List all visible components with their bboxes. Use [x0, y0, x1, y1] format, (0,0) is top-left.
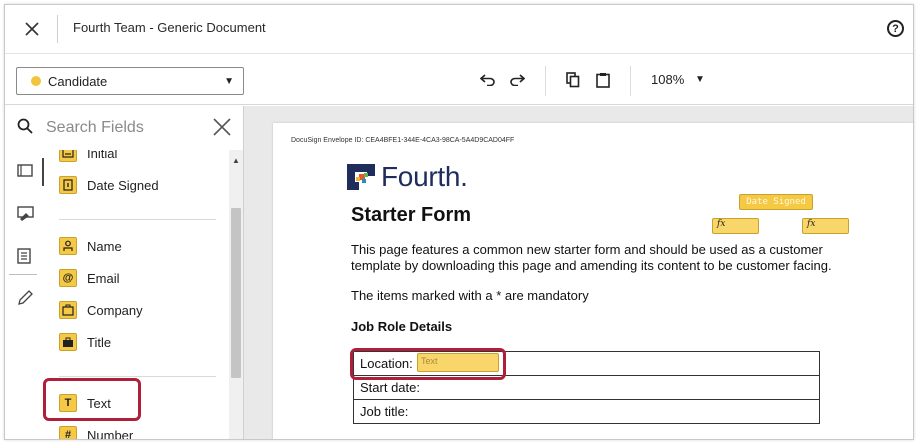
- date-icon: [59, 176, 77, 194]
- field-group-divider: [59, 376, 216, 377]
- table-cell: Job title:: [353, 399, 820, 424]
- fourth-logo: Fourth.: [345, 161, 468, 193]
- rail-selection-indicator: [42, 158, 44, 186]
- app-header: Fourth Team - Generic Document ?: [5, 5, 913, 53]
- building-icon: [59, 301, 77, 319]
- hash-icon: #: [59, 426, 77, 439]
- field-label: Company: [87, 302, 143, 318]
- briefcase-icon: [59, 333, 77, 351]
- field-company[interactable]: Company: [59, 299, 143, 321]
- document-page: DocuSign Envelope ID: CEA4BFE1-344E-4CA3…: [273, 123, 913, 439]
- toolbar: Candidate ▼ 108% ▼: [5, 53, 913, 105]
- rail-divider: [9, 274, 37, 275]
- signature-fields-icon[interactable]: [17, 206, 34, 222]
- field-label: Email: [87, 270, 120, 286]
- field-list-scrollbar[interactable]: ▲: [229, 150, 243, 439]
- logo-wordmark: Fourth: [381, 161, 461, 192]
- field-number[interactable]: # Number: [59, 424, 134, 440]
- field-label: Name: [87, 238, 122, 254]
- redo-icon[interactable]: [508, 71, 526, 89]
- mandatory-note: The items marked with a * are mandatory: [351, 288, 589, 303]
- help-icon[interactable]: ?: [887, 20, 904, 37]
- field-label: Number: [87, 427, 134, 440]
- table-row: Job title:: [353, 399, 820, 424]
- field-label: Date Signed: [87, 177, 159, 193]
- logo-period: .: [460, 161, 468, 192]
- toolbar-divider: [545, 66, 546, 96]
- scroll-up-icon[interactable]: ▲: [232, 156, 240, 165]
- initial-icon: [59, 150, 77, 162]
- app-window: Fourth Team - Generic Document ? Candida…: [4, 4, 914, 440]
- at-icon: @: [59, 269, 77, 287]
- tool-rail: [5, 150, 45, 439]
- standard-fields-icon[interactable]: [17, 164, 33, 180]
- field-email[interactable]: @ Email: [59, 267, 120, 289]
- section-heading: Job Role Details: [351, 319, 453, 334]
- field-label: Initial: [87, 150, 118, 161]
- recipient-label: Candidate: [48, 73, 108, 89]
- field-date-signed[interactable]: Date Signed: [59, 174, 159, 196]
- location-field-highlight: [350, 348, 506, 380]
- date-signed-tag[interactable]: Date Signed: [739, 194, 813, 210]
- recipient-color-dot: [31, 76, 41, 86]
- field-group-divider: [59, 219, 216, 220]
- text-field-highlight: [43, 378, 141, 421]
- formula-tag[interactable]: fx: [712, 218, 759, 234]
- intro-text: This page features a common new starter …: [351, 242, 832, 273]
- field-label: Title: [87, 334, 112, 350]
- person-icon: [59, 237, 77, 255]
- fourth-logo-mark-icon: [347, 164, 375, 190]
- paste-icon[interactable]: [594, 71, 612, 89]
- edit-pen-icon[interactable]: [17, 290, 33, 306]
- formula-tag[interactable]: fx: [802, 218, 849, 234]
- copy-icon[interactable]: [564, 71, 582, 89]
- recipient-select[interactable]: Candidate ▼: [16, 67, 244, 95]
- scrollbar-thumb[interactable]: [231, 208, 241, 378]
- field-name[interactable]: Name: [59, 235, 122, 257]
- document-title: Fourth Team - Generic Document: [73, 20, 266, 35]
- header-divider: [57, 15, 58, 43]
- field-search: Search Fields: [5, 106, 244, 150]
- search-input[interactable]: Search Fields: [46, 119, 144, 137]
- envelope-id: DocuSign Envelope ID: CEA4BFE1-344E-4CA3…: [291, 137, 515, 144]
- close-icon[interactable]: [21, 18, 43, 40]
- zoom-chevron-down-icon[interactable]: ▼: [695, 74, 705, 85]
- field-title[interactable]: Title: [59, 331, 111, 353]
- toolbar-divider: [630, 66, 631, 96]
- zoom-level[interactable]: 108%: [651, 72, 684, 87]
- document-fields-icon[interactable]: [17, 248, 33, 264]
- search-icon: [17, 118, 33, 139]
- field-initial[interactable]: Initial: [59, 150, 117, 164]
- search-close-icon[interactable]: [213, 115, 231, 143]
- form-heading: Starter Form: [351, 204, 472, 226]
- undo-icon[interactable]: [479, 71, 497, 89]
- chevron-down-icon: ▼: [224, 76, 234, 87]
